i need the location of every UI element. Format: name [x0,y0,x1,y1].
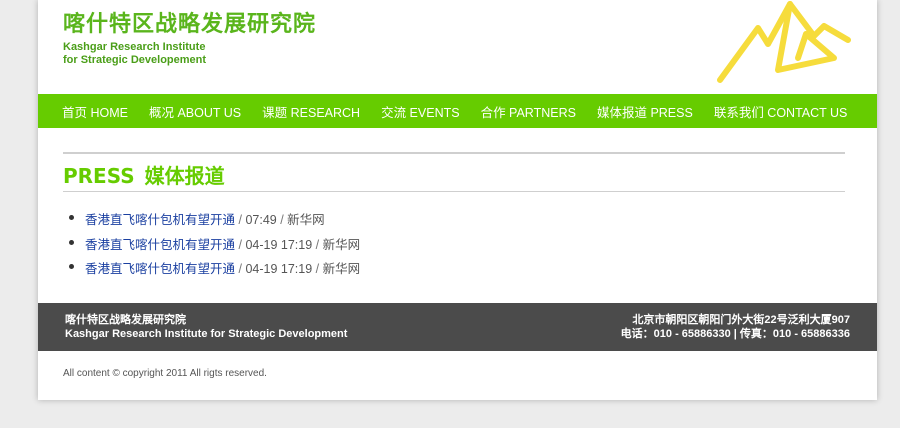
footer-phone: 电话：010 - 65886330 | 传真：010 - 65886336 [620,328,850,340]
separator: / [315,262,323,276]
list-item: 香港直飞喀什包机有望开通 / 04-19 17:19 / 新华网 [66,234,360,259]
footer-contact: 北京市朝阳区朝阳门外大街22号泛利大厦907 电话：010 - 65886330… [621,313,850,341]
footer-org: 喀什特区战略发展研究院 Kashgar Research Institute f… [65,313,347,341]
news-source: 新华网 [322,237,361,252]
title-divider [63,191,845,192]
copyright-text: All content © copyright 2011 All rigts r… [63,368,267,379]
nav-item-press[interactable]: 媒体报道 PRESS [597,102,693,121]
separator: / [315,237,323,252]
list-item: 香港直飞喀什包机有望开通 / 07:49 / 新华网 [66,209,360,234]
news-list: 香港直飞喀什包机有望开通 / 07:49 / 新华网 香港直飞喀什包机有望开通 … [66,209,360,283]
main-nav: 首页 HOME 概况 ABOUT US 课题 RESEARCH 交流 EVENT… [38,94,877,128]
logo-en-line2: for Strategic Developement [63,54,207,66]
mountain-logo-icon [717,1,851,83]
news-source: 新华网 [287,213,325,227]
nav-item-events[interactable]: 交流 EVENTS [381,102,460,121]
logo-title-cn[interactable]: 喀什特区战略发展研究院 [63,6,316,38]
news-link[interactable]: 香港直飞喀什包机有望开通 [85,262,235,276]
news-date: 04-19 17:19 [245,262,313,276]
list-item: 香港直飞喀什包机有望开通 / 04-19 17:19 / 新华网 [66,258,360,283]
bullet-icon [69,239,74,245]
news-date: 04-19 17:19 [245,237,313,252]
page-title-en: PRESS [63,164,135,188]
page-title: PRESS 媒体报道 [63,160,225,189]
logo-title-en[interactable]: Kashgar Research Institute for Strategic… [63,41,206,67]
nav-item-about[interactable]: 概况 ABOUT US [149,102,241,121]
page-container: 喀什特区战略发展研究院 Kashgar Research Institute f… [38,0,877,400]
content-divider [63,152,845,154]
logo-en-line1: Kashgar Research Institute [63,41,206,53]
nav-item-contact[interactable]: 联系我们 CONTACT US [714,102,848,121]
footer: 喀什特区战略发展研究院 Kashgar Research Institute f… [38,303,877,351]
header: 喀什特区战略发展研究院 Kashgar Research Institute f… [38,0,877,94]
news-link[interactable]: 香港直飞喀什包机有望开通 [85,213,235,227]
nav-item-research[interactable]: 课题 RESEARCH [262,102,360,121]
footer-org-en: Kashgar Research Institute for Strategic… [65,328,348,340]
news-date: 07:49 [245,213,277,227]
footer-address: 北京市朝阳区朝阳门外大街22号泛利大厦907 [632,314,850,326]
news-source: 新华网 [322,262,361,276]
footer-org-cn: 喀什特区战略发展研究院 [65,314,186,326]
bullet-icon [69,215,74,220]
page-title-cn: 媒体报道 [144,164,225,188]
nav-item-partners[interactable]: 合作 PARTNERS [481,102,576,121]
news-link[interactable]: 香港直飞喀什包机有望开通 [85,238,235,252]
nav-item-home[interactable]: 首页 HOME [62,102,128,121]
bullet-icon [69,264,74,269]
